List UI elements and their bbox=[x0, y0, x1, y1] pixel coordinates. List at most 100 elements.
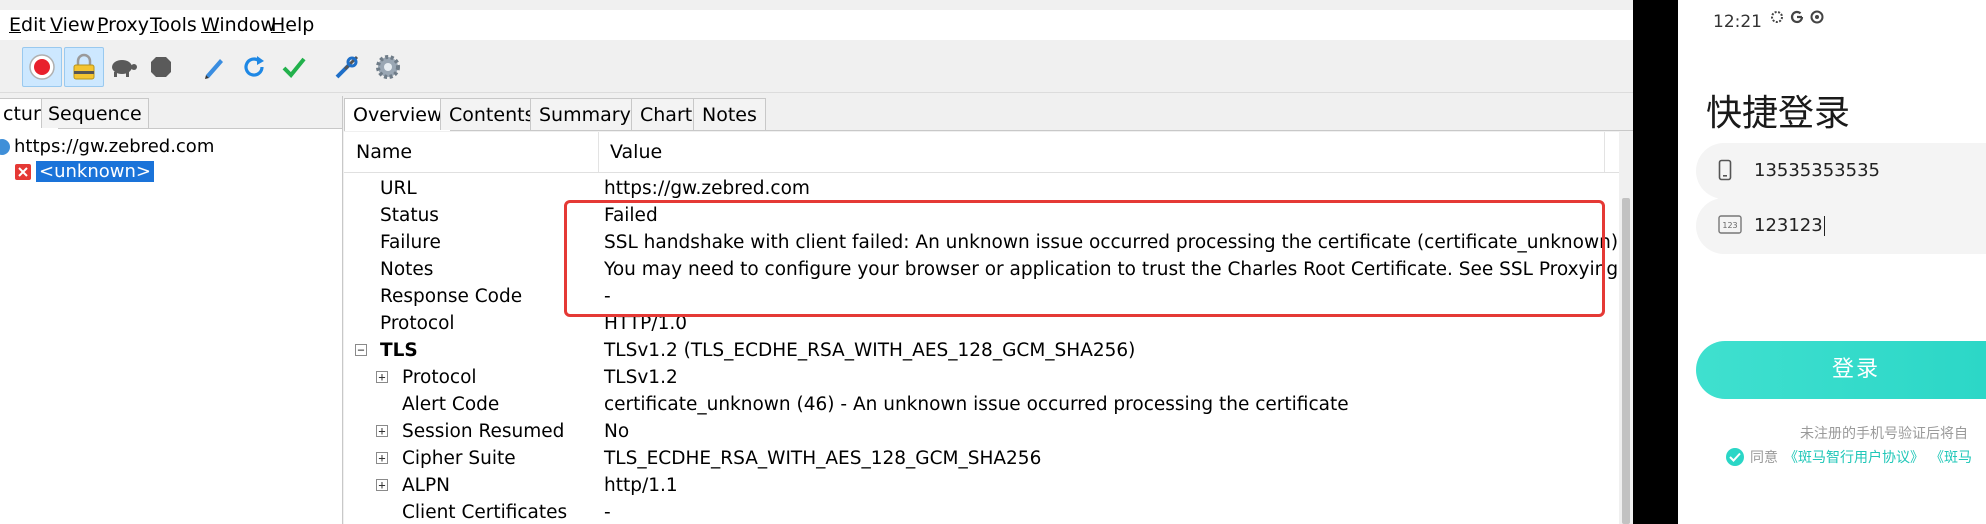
red-annotation-box bbox=[564, 200, 1605, 317]
menu-edit-label: dit bbox=[21, 14, 46, 36]
agreement-row: 同意 《斑马智行用户协议》 《斑马 bbox=[1726, 447, 1972, 467]
check-icon bbox=[1729, 452, 1741, 462]
table-row-tls[interactable]: − TLS TLSv1.2 (TLS_ECDHE_RSA_WITH_AES_128… bbox=[344, 337, 1619, 364]
row-name: URL bbox=[380, 178, 417, 199]
row-value: certificate_unknown (46) - An unknown is… bbox=[604, 394, 1349, 415]
row-name: ALPN bbox=[402, 475, 450, 496]
throttle-button[interactable] bbox=[103, 47, 143, 87]
validate-button[interactable] bbox=[274, 47, 314, 87]
row-name: Cipher Suite bbox=[402, 448, 516, 469]
status-icons bbox=[1770, 10, 1824, 24]
ssl-proxy-button[interactable] bbox=[64, 47, 104, 87]
expand-icon[interactable]: + bbox=[376, 371, 388, 383]
charles-window: Edit View Proxy Tools Window Help cture … bbox=[0, 0, 1633, 524]
vpn-icon bbox=[1810, 10, 1824, 24]
menu-proxy[interactable]: Proxy bbox=[97, 13, 149, 37]
refresh-icon bbox=[244, 56, 264, 77]
register-hint: 未注册的手机号验证后将自 bbox=[1800, 426, 1968, 442]
failed-x-icon bbox=[15, 164, 31, 180]
menu-tools-label: ools bbox=[158, 14, 197, 36]
phone-number-field[interactable]: 13535353535 bbox=[1696, 143, 1986, 199]
column-header-value[interactable]: Value bbox=[598, 132, 662, 172]
table-row[interactable]: + ALPN http/1.1 bbox=[344, 472, 1619, 499]
table-row[interactable]: + Session Resumed No bbox=[344, 418, 1619, 445]
detail-tabs: Overview Contents Summary Chart Notes bbox=[344, 96, 1633, 131]
row-name: Session Resumed bbox=[402, 421, 565, 442]
tools-button[interactable] bbox=[327, 47, 367, 87]
table-row[interactable]: URL https://gw.zebred.com bbox=[344, 175, 1619, 202]
agree-checkbox[interactable] bbox=[1726, 448, 1744, 466]
expand-icon[interactable]: + bbox=[376, 452, 388, 464]
code-text: 123123 bbox=[1754, 215, 1823, 236]
tab-contents[interactable]: Contents bbox=[440, 98, 544, 130]
menu-help[interactable]: Help bbox=[271, 13, 314, 37]
stop-icon bbox=[151, 57, 171, 77]
column-divider bbox=[1604, 132, 1605, 172]
tab-notes[interactable]: Notes bbox=[693, 98, 766, 130]
table-row[interactable]: Client Certificates - bbox=[344, 499, 1619, 524]
tab-overview[interactable]: Overview bbox=[344, 98, 452, 131]
row-value: TLSv1.2 bbox=[604, 367, 678, 388]
row-value: http/1.1 bbox=[604, 475, 678, 496]
menu-edit[interactable]: Edit bbox=[9, 13, 46, 37]
expand-icon[interactable]: + bbox=[376, 479, 388, 491]
privacy-link[interactable]: 《斑马 bbox=[1930, 447, 1972, 467]
user-agreement-link[interactable]: 《斑马智行用户协议》 bbox=[1784, 447, 1924, 467]
tree-host-label: https://gw.zebred.com bbox=[14, 136, 215, 157]
row-name: Alert Code bbox=[402, 394, 500, 415]
row-name: Protocol bbox=[402, 367, 477, 388]
text-caret bbox=[1823, 216, 1825, 236]
agree-prefix: 同意 bbox=[1750, 450, 1778, 466]
collapse-icon[interactable]: − bbox=[355, 344, 367, 356]
verification-code-value: 123123 bbox=[1754, 198, 1825, 254]
table-header: Name Value bbox=[344, 132, 1619, 173]
settings-button[interactable] bbox=[368, 47, 408, 87]
menu-view-label: iew bbox=[62, 14, 96, 36]
column-header-name[interactable]: Name bbox=[344, 132, 598, 172]
status-time: 12:21 bbox=[1713, 12, 1762, 32]
tab-chart[interactable]: Chart bbox=[631, 98, 702, 130]
phone-icon bbox=[1718, 159, 1732, 181]
compose-button[interactable] bbox=[194, 47, 234, 87]
menu-view[interactable]: View bbox=[50, 13, 95, 37]
tab-summary[interactable]: Summary bbox=[530, 98, 640, 130]
breakpoints-button[interactable] bbox=[141, 47, 181, 87]
menu-help-label: elp bbox=[285, 14, 315, 36]
tree-child-row[interactable]: <unknown> bbox=[14, 159, 154, 185]
menu-window[interactable]: Window bbox=[201, 13, 276, 37]
record-icon bbox=[29, 54, 55, 80]
row-name: Response Code bbox=[380, 286, 523, 307]
login-button[interactable]: 登录 bbox=[1696, 341, 1986, 399]
repeat-button[interactable] bbox=[234, 47, 274, 87]
structure-panel: cture Sequence https://gw.zebred.com <un… bbox=[0, 96, 343, 524]
toolbar bbox=[0, 42, 1633, 93]
row-name: Status bbox=[380, 205, 439, 226]
scrollbar-thumb[interactable] bbox=[1622, 198, 1630, 524]
tree-host-row[interactable]: https://gw.zebred.com bbox=[0, 134, 214, 160]
menu-tools[interactable]: Tools bbox=[150, 13, 197, 37]
record-button[interactable] bbox=[22, 47, 62, 87]
check-icon bbox=[282, 57, 306, 78]
row-name: Notes bbox=[380, 259, 434, 280]
expand-icon[interactable]: + bbox=[376, 425, 388, 437]
table-row[interactable]: + Cipher Suite TLS_ECDHE_RSA_WITH_AES_128… bbox=[344, 445, 1619, 472]
menu-bar: Edit View Proxy Tools Window Help bbox=[0, 10, 1633, 40]
overview-table: Name Value URL https://gw.zebred.com Stat… bbox=[344, 132, 1633, 524]
svg-text:123: 123 bbox=[1722, 221, 1737, 230]
table-row[interactable]: + Protocol TLSv1.2 bbox=[344, 364, 1619, 391]
page-title: 快捷登录 bbox=[1706, 93, 1851, 134]
vertical-scrollbar[interactable] bbox=[1619, 132, 1633, 524]
row-value: https://gw.zebred.com bbox=[604, 178, 810, 199]
structure-tabs: cture Sequence bbox=[0, 96, 342, 129]
phone-screen: 12:21 快捷登录 13535353535 123 123123 登录 未注册… bbox=[1678, 0, 1986, 524]
verification-code-field[interactable]: 123 123123 bbox=[1696, 198, 1986, 254]
table-row[interactable]: Alert Code certificate_unknown (46) - An … bbox=[344, 391, 1619, 418]
tools-icon bbox=[335, 55, 359, 79]
row-value: - bbox=[604, 502, 611, 523]
tab-sequence[interactable]: Sequence bbox=[41, 98, 149, 128]
code-123-icon: 123 bbox=[1718, 215, 1742, 234]
google-icon bbox=[1790, 10, 1804, 24]
pen-icon bbox=[205, 59, 223, 79]
row-value: TLS_ECDHE_RSA_WITH_AES_128_GCM_SHA256 bbox=[604, 448, 1042, 469]
ssl-lock-icon bbox=[73, 53, 95, 80]
